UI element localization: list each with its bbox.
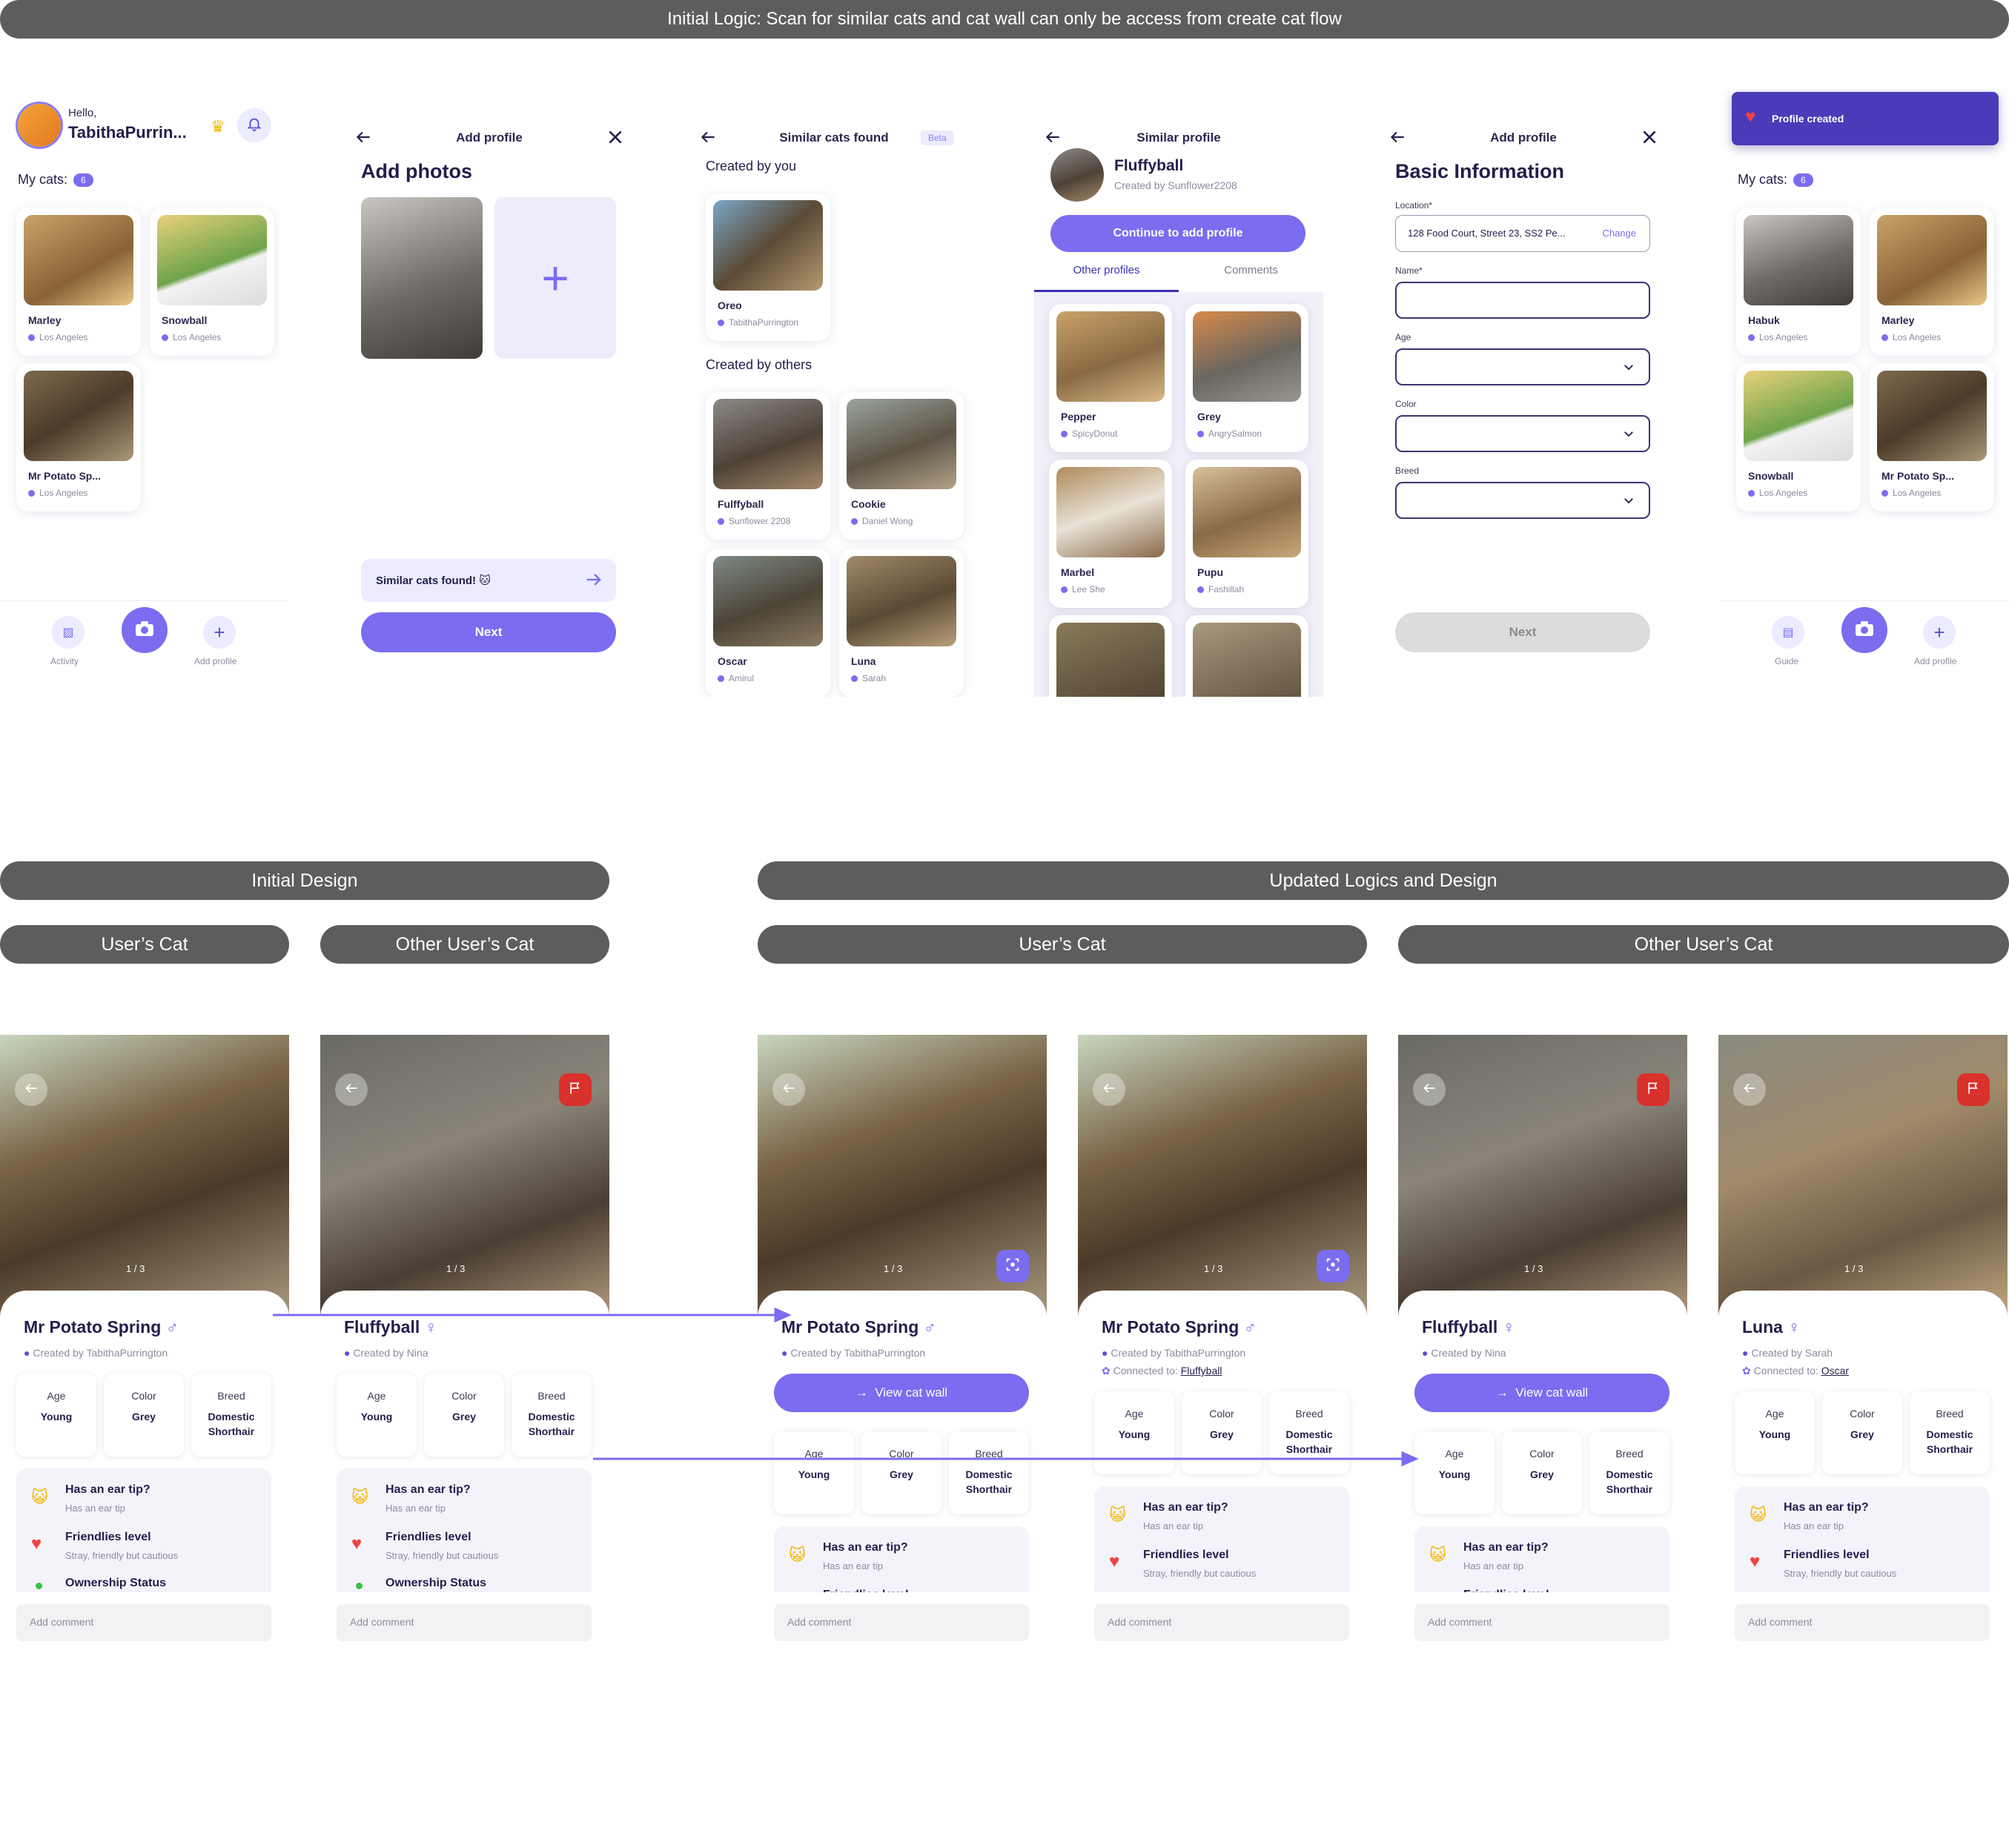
flow-arrow <box>273 1307 1419 1467</box>
flow-arrows <box>273 1307 1419 1467</box>
